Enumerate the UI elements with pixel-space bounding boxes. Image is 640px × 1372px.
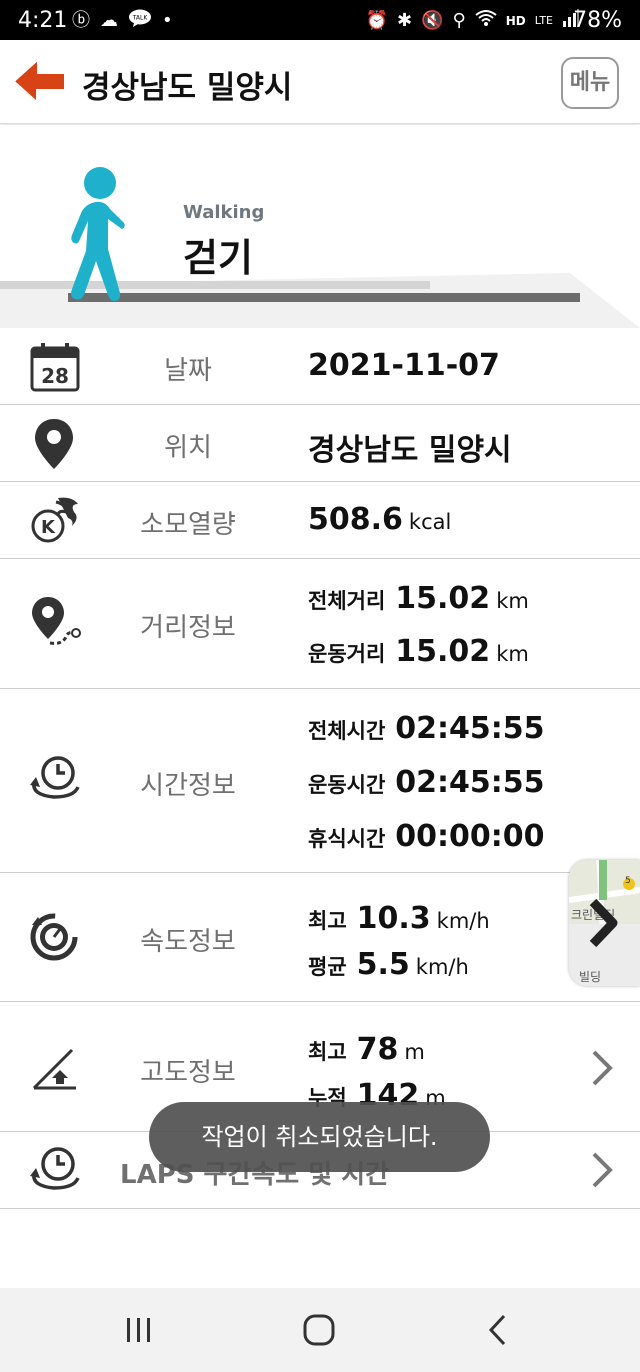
time-exercise: 운동시간 02:45:55 (308, 765, 545, 800)
laps-clock-icon (30, 1147, 80, 1190)
time-rest-value: 00:00:00 (395, 819, 545, 854)
location-icon: ⚲ (452, 10, 466, 31)
dot-icon: • (162, 10, 173, 31)
time-exercise-key: 운동시간 (308, 773, 386, 797)
calorie-flame-icon: K (31, 497, 78, 543)
clock-cycle-icon (30, 756, 80, 799)
cloud-icon: ☁ (100, 10, 118, 31)
speed-avg-unit: km/h (415, 955, 469, 979)
altitude-label: 고도정보 (140, 1058, 236, 1088)
calories-unit: kcal (408, 510, 452, 534)
distance-exercise-value: 15.02 (395, 634, 491, 669)
distance-exercise: 운동거리 15.02 km (308, 634, 529, 669)
status-left-icons: ⓑ ☁ TALK • (72, 9, 173, 33)
system-nav-bar (0, 1288, 640, 1372)
svg-text:TALK: TALK (132, 15, 149, 22)
distance-exercise-unit: km (496, 642, 529, 666)
distance-total-key: 전체거리 (308, 589, 386, 613)
row-time: 시간정보 전체시간 02:45:55 운동시간 02:45:55 휴식시간 00… (0, 689, 640, 873)
back-arrow-icon (15, 61, 64, 100)
distance-total-value: 15.02 (395, 581, 491, 616)
menu-button[interactable]: 메뉴 (561, 57, 619, 109)
distance-total: 전체거리 15.02 km (308, 581, 529, 616)
activity-banner: Walking 걷기 (0, 125, 640, 328)
time-total-value: 02:45:55 (395, 711, 545, 746)
distance-total-unit: km (496, 589, 529, 613)
altitude-max-value: 78 (356, 1032, 399, 1067)
calories-label: 소모열량 (140, 510, 236, 540)
map-thumbnail-button[interactable]: 5 크린빌딩 빌딩 (569, 860, 640, 986)
svg-text:K: K (41, 517, 56, 538)
lte-icon: LTE (534, 14, 553, 27)
chevron-right-icon (592, 1050, 613, 1086)
activity-name-en: Walking (183, 202, 265, 223)
speed-label: 속도정보 (140, 927, 236, 957)
alarm-icon: ⏰ (365, 10, 388, 31)
location-value: 경상남도 밀양시 (308, 433, 512, 468)
back-button[interactable] (12, 60, 68, 104)
speed-max: 최고 10.3 km/h (308, 901, 490, 936)
walking-figure-icon (71, 167, 125, 301)
date-value: 2021-11-07 (308, 348, 500, 383)
row-speed: 속도정보 최고 10.3 km/h 평균 5.5 km/h (0, 873, 640, 1002)
battery-level: 78% (573, 8, 622, 33)
calendar-icon: 28 (30, 343, 80, 392)
home-icon[interactable] (302, 1313, 336, 1347)
speed-max-key: 최고 (308, 909, 347, 933)
time-exercise-value: 02:45:55 (395, 765, 545, 800)
mute-icon: 🔇 (421, 10, 444, 31)
wifi-icon (475, 9, 497, 33)
app-header: 경상남도 밀양시 메뉴 (0, 40, 640, 124)
calories-value-group: 508.6 kcal (308, 502, 451, 537)
speedometer-icon (30, 913, 78, 961)
speed-max-unit: km/h (436, 909, 490, 933)
speed-avg-key: 평균 (308, 955, 347, 979)
speed-max-value: 10.3 (356, 901, 431, 936)
chevron-right-icon (589, 898, 618, 948)
speed-avg-value: 5.5 (356, 947, 410, 982)
back-icon[interactable] (486, 1313, 510, 1347)
svg-text:28: 28 (41, 364, 69, 388)
bluetooth-icon: ✱ (396, 10, 413, 31)
toast-message: 작업이 취소되었습니다. (149, 1102, 490, 1172)
row-calories: K 소모열량 508.6 kcal (0, 482, 640, 559)
hd-voice-icon: HD (505, 14, 526, 28)
time-label: 시간정보 (140, 771, 236, 801)
calories-value: 508.6 (308, 502, 403, 537)
row-date: 28 날짜 2021-11-07 (0, 328, 640, 405)
row-distance: 거리정보 전체거리 15.02 km 운동거리 15.02 km (0, 559, 640, 689)
map-sub-label: 빌딩 (579, 970, 602, 984)
time-total: 전체시간 02:45:55 (308, 711, 545, 746)
status-right-icons: ⏰ ✱ 🔇 ⚲ HD LTE (366, 9, 580, 33)
time-total-key: 전체시간 (308, 719, 386, 743)
altitude-max: 최고 78 m (308, 1032, 425, 1067)
altitude-slope-icon (32, 1048, 76, 1090)
distance-label: 거리정보 (140, 613, 236, 643)
time-rest: 휴식시간 00:00:00 (308, 819, 545, 854)
recent-apps-icon[interactable] (124, 1315, 154, 1345)
altitude-max-unit: m (404, 1040, 425, 1064)
altitude-max-key: 최고 (308, 1040, 347, 1064)
date-label: 날짜 (164, 356, 212, 386)
chevron-right-icon (592, 1152, 613, 1188)
map-badge: 5 (625, 876, 631, 886)
time-rest-key: 휴식시간 (308, 827, 386, 851)
distance-exercise-key: 운동거리 (308, 642, 386, 666)
speed-avg: 평균 5.5 km/h (308, 947, 469, 982)
row-location: 위치 경상남도 밀양시 (0, 405, 640, 482)
map-pin-icon (35, 419, 73, 469)
route-pin-icon (32, 597, 81, 645)
location-label: 위치 (164, 433, 212, 463)
b-app-icon: ⓑ (72, 10, 90, 31)
talk-icon: TALK (128, 9, 152, 33)
activity-name-ko: 걷기 (183, 236, 253, 280)
status-bar: 4:21 ⓑ ☁ TALK • ⏰ ✱ 🔇 ⚲ HD LTE 78% (0, 0, 640, 40)
page-title: 경상남도 밀양시 (82, 70, 293, 106)
status-time: 4:21 (18, 8, 68, 33)
